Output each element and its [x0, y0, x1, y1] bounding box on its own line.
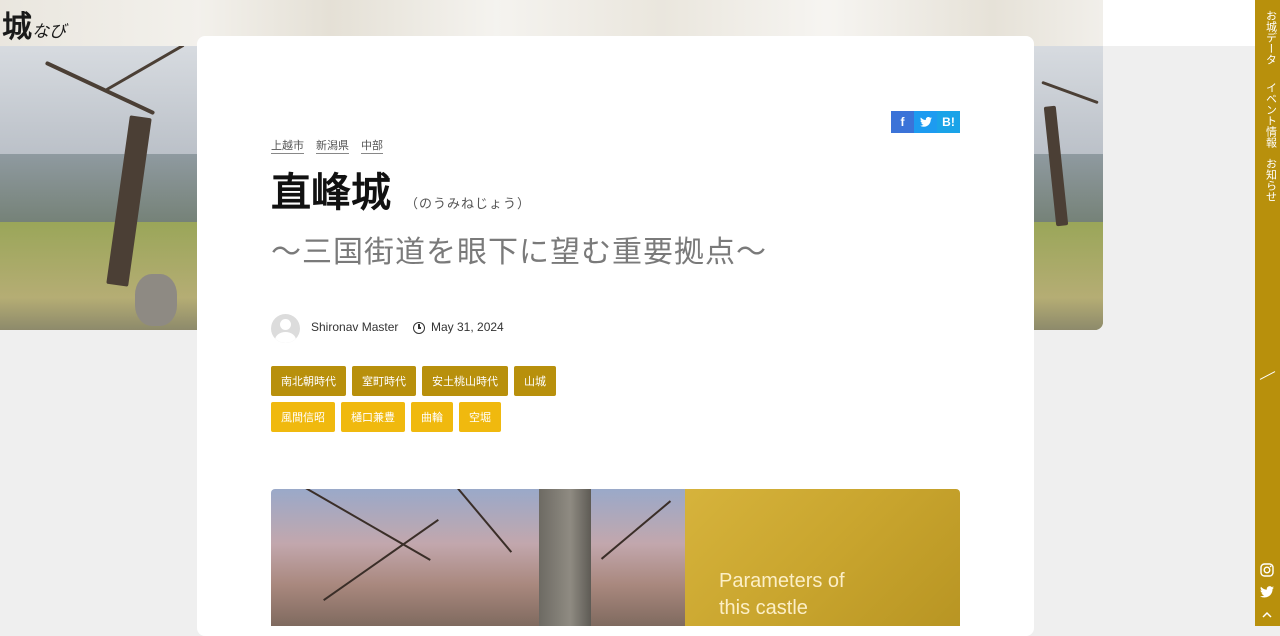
- hatena-icon: B!: [942, 115, 955, 129]
- chevron-up-icon[interactable]: [1260, 610, 1274, 620]
- logo-main-text: 城: [2, 10, 32, 45]
- twitter-icon[interactable]: [1260, 585, 1274, 599]
- avatar[interactable]: [271, 314, 300, 343]
- parameters-heading: Parameters of this castle: [719, 568, 845, 622]
- tag-list-primary: 南北朝時代 室町時代 安土桃山時代 山城: [271, 366, 556, 396]
- avatar-body: [275, 332, 296, 343]
- breadcrumb-item-city[interactable]: 上越市: [271, 137, 304, 154]
- hero-rock: [135, 274, 177, 326]
- publish-date: May 31, 2024: [431, 320, 504, 334]
- instagram-icon[interactable]: [1260, 563, 1274, 577]
- stone-monument: [539, 489, 591, 626]
- author-name[interactable]: Shironav Master: [311, 320, 398, 334]
- nav-divider-slash: [1259, 371, 1276, 380]
- nav-item-news-label: お知らせ: [1264, 158, 1277, 202]
- tag-list-secondary: 風間信昭 樋口兼豊 曲輪 空堀: [271, 402, 501, 432]
- clock-icon: [413, 322, 425, 334]
- photo-branch-3: [439, 489, 513, 553]
- hatena-bookmark-button[interactable]: B!: [937, 111, 960, 133]
- twitter-icon: [919, 117, 932, 127]
- breadcrumb: 上越市 新潟県 中部: [271, 137, 383, 154]
- page-title: 直峰城: [271, 169, 391, 216]
- facebook-share-button[interactable]: f: [891, 111, 914, 133]
- site-logo[interactable]: 城なび: [2, 2, 66, 46]
- side-navigation: お城データ イベント情報 お知らせ: [1255, 0, 1280, 626]
- avatar-head: [280, 319, 291, 330]
- nav-item-events[interactable]: イベント情報: [1255, 82, 1280, 152]
- breadcrumb-item-prefecture[interactable]: 新潟県: [316, 137, 349, 154]
- nav-item-castle-data-label: お城データ: [1264, 10, 1277, 65]
- title-reading: （のうみねじょう）: [405, 197, 532, 212]
- parameters-line-2: this castle: [719, 597, 808, 619]
- photo-branch-1: [291, 489, 431, 561]
- parameters-panel[interactable]: Parameters of this castle: [685, 489, 960, 626]
- tag-feature-kuruwa[interactable]: 曲輪: [411, 402, 453, 432]
- facebook-icon: f: [900, 115, 905, 129]
- castle-monument-photo: [271, 489, 685, 626]
- tag-era-muromachi[interactable]: 室町時代: [352, 366, 416, 396]
- tag-person-1[interactable]: 風間信昭: [271, 402, 335, 432]
- tag-era-azuchi-momoyama[interactable]: 安土桃山時代: [422, 366, 508, 396]
- page-subtitle: 〜三国街道を眼下に望む重要拠点〜: [271, 235, 767, 270]
- nav-item-events-label: イベント情報: [1264, 82, 1277, 148]
- nav-item-castle-data[interactable]: お城データ: [1255, 10, 1280, 72]
- tag-person-2[interactable]: 樋口兼豊: [341, 402, 405, 432]
- photo-branch-4: [600, 500, 672, 560]
- breadcrumb-item-region[interactable]: 中部: [361, 137, 383, 154]
- nav-item-news[interactable]: お知らせ: [1255, 158, 1280, 208]
- tag-feature-karabori[interactable]: 空堀: [459, 402, 501, 432]
- parameters-line-1: Parameters of: [719, 570, 845, 592]
- tag-era-nanbokucho[interactable]: 南北朝時代: [271, 366, 346, 396]
- logo-sub-text: なび: [32, 22, 66, 42]
- twitter-share-button[interactable]: [914, 111, 937, 133]
- tag-type-yamajiro[interactable]: 山城: [514, 366, 556, 396]
